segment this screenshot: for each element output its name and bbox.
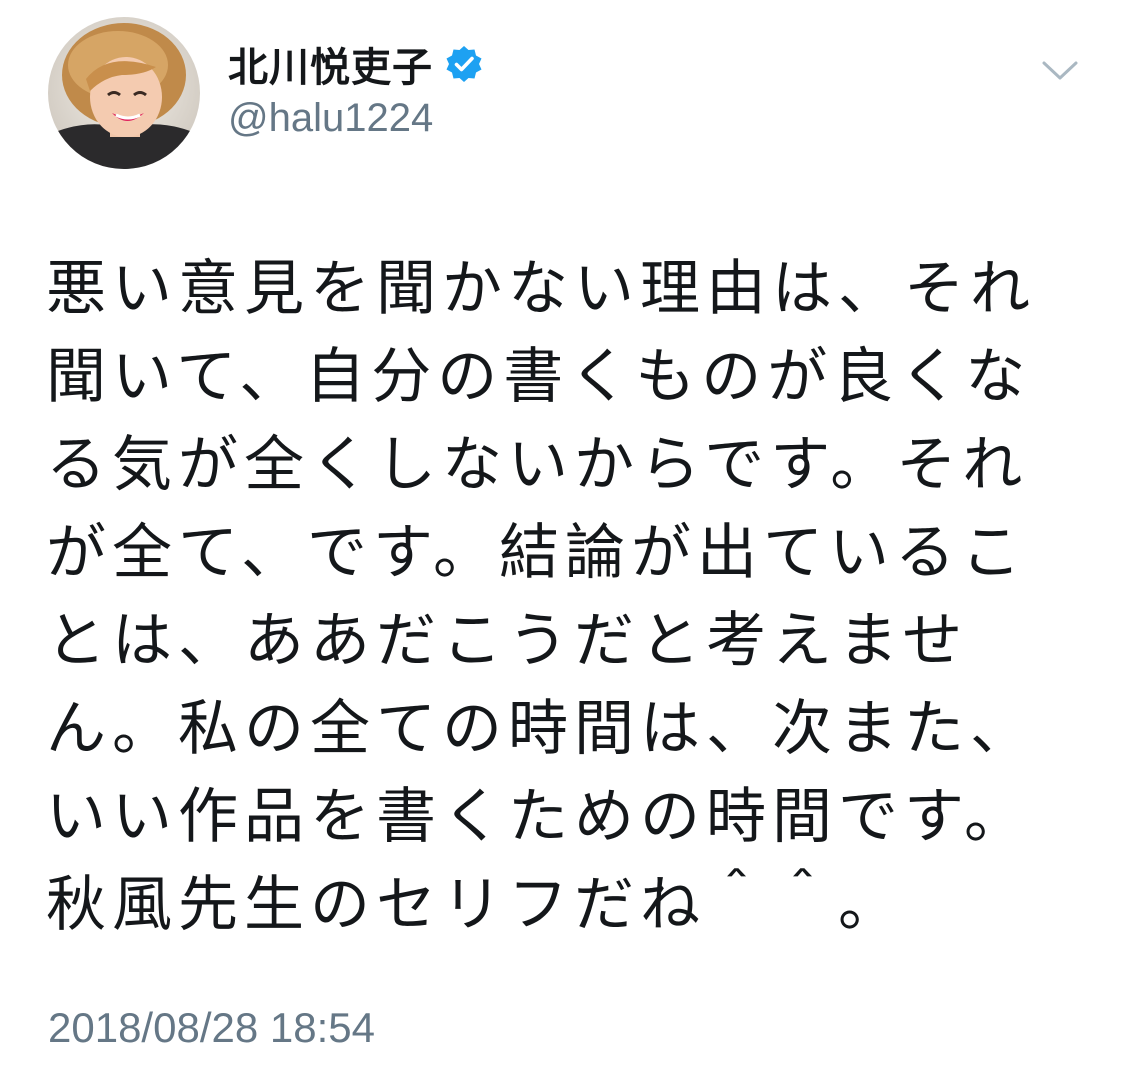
tweet-line: いい作品を書くための時間です。 [46,782,1030,852]
tweet-line: る気が全くしないからです。それ [46,430,1029,500]
chevron-down-icon[interactable] [1040,58,1080,84]
tweet-line: 秋風先生のセリフだね＾＾。 [46,870,904,940]
verified-badge-icon [445,45,483,83]
tweet-line: 聞いて、自分の書くものが良くな [46,342,1032,412]
display-name[interactable]: 北川悦吏子 [228,35,433,93]
tweet-timestamp[interactable]: 2018/08/28 18:54 [48,1004,375,1052]
tweet-line: 悪い意見を聞かない理由は、それ [46,254,1036,324]
tweet-text: 悪い意見を聞かない理由は、それ 聞いて、自分の書くものが良くな る気が全くしない… [46,245,1086,949]
tweet-line: が全て、です。結論が出ているこ [46,518,1027,588]
tweet-card: 北川悦吏子 @halu1224 悪い意見を聞かない理由は、それ 聞いて、自分の書… [0,0,1125,1077]
name-row: 北川悦吏子 [228,35,483,93]
tweet-line: とは、ああだこうだと考えませ [46,606,969,676]
tweet-line: ん。私の全ての時間は、次また、 [46,694,1036,764]
user-handle[interactable]: @halu1224 [228,96,433,141]
avatar-photo [48,17,200,169]
avatar[interactable] [48,17,200,169]
